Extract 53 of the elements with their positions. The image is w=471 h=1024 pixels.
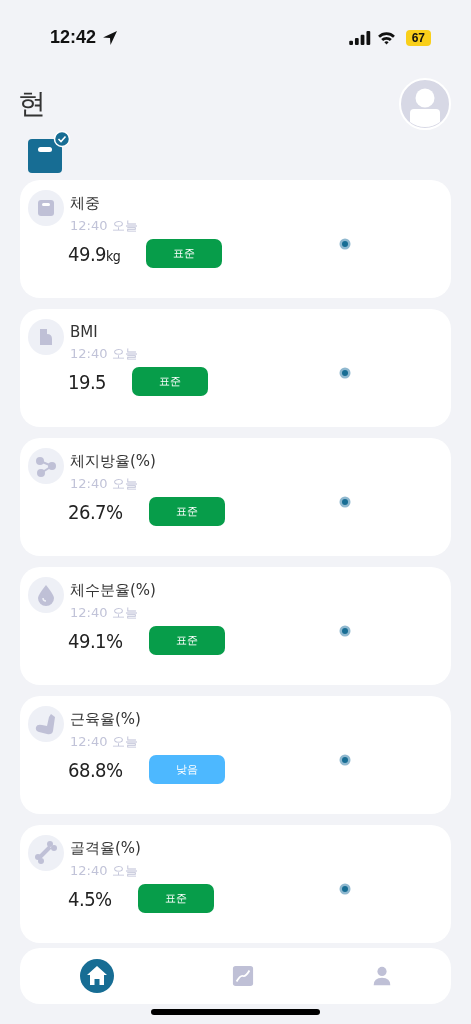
metric-value: 26.7%	[68, 499, 123, 524]
water-drop-icon	[28, 577, 64, 613]
chart-point-icon	[339, 625, 351, 637]
metric-name: 근육율(%)	[70, 710, 141, 729]
metric-card[interactable]: BMI 12:40 오늘 19.5 표준	[20, 309, 451, 427]
metric-name: BMI	[70, 323, 99, 341]
arm-muscle-icon	[28, 706, 64, 742]
chart-point-icon	[339, 883, 351, 895]
metric-value: 19.5	[68, 369, 107, 394]
metric-value: 68.8%	[68, 757, 123, 782]
metric-name: 체지방율(%)	[70, 452, 156, 471]
scale-icon	[28, 190, 64, 226]
status-badge: 낮음	[148, 755, 225, 784]
chart-tab[interactable]	[232, 965, 255, 987]
signal-icon	[348, 30, 371, 45]
molecule-icon	[28, 448, 64, 484]
battery-indicator: 67	[405, 29, 431, 46]
measure-time: 12:40 오늘	[70, 733, 139, 751]
location-arrow-icon	[102, 29, 119, 46]
metric-card[interactable]: 체중 12:40 오늘 49.9kg 표준	[20, 180, 451, 298]
measure-time: 12:40 오늘	[70, 217, 138, 235]
chart-point-icon	[339, 238, 351, 250]
scale-device-icon[interactable]	[28, 131, 72, 175]
chart-point-icon	[339, 754, 351, 766]
chart-point-icon	[339, 367, 351, 379]
metric-card[interactable]: 골격율(%) 12:40 오늘 4.5% 표준	[20, 825, 451, 943]
chart-point-icon	[339, 496, 351, 508]
measure-time: 12:40 오늘	[70, 862, 139, 880]
home-tab[interactable]	[78, 958, 115, 994]
measure-time: 12:40 오늘	[70, 475, 139, 493]
status-badge: 표준	[146, 239, 223, 268]
metric-value: 4.5%	[68, 886, 112, 911]
status-badge: 표준	[132, 367, 209, 396]
measure-time: 12:40 오늘	[70, 604, 139, 622]
metric-name: 체중	[70, 194, 101, 213]
metric-name: 골격율(%)	[70, 839, 141, 858]
measure-time: 12:40 오늘	[70, 345, 138, 363]
metric-card[interactable]: 체수분율(%) 12:40 오늘 49.1% 표준	[20, 567, 451, 685]
avatar-icon[interactable]	[399, 77, 451, 130]
bone-icon	[28, 835, 64, 871]
status-badge: 표준	[148, 497, 225, 526]
status-badge: 표준	[148, 626, 225, 655]
metric-card[interactable]: 체지방율(%) 12:40 오늘 26.7% 표준	[20, 438, 451, 556]
profile-tab[interactable]	[372, 965, 393, 987]
metric-name: 체수분율(%)	[70, 581, 156, 600]
bmi-icon	[28, 319, 64, 355]
metric-value: 49.1%	[68, 628, 123, 653]
metric-value: 49.9kg	[68, 241, 121, 266]
wifi-icon	[376, 30, 396, 45]
metric-card[interactable]: 근육율(%) 12:40 오늘 68.8% 낮음	[20, 696, 451, 814]
user-name: 현	[18, 85, 46, 122]
status-badge: 표준	[137, 884, 214, 913]
clock-time: 12:42	[50, 27, 97, 48]
